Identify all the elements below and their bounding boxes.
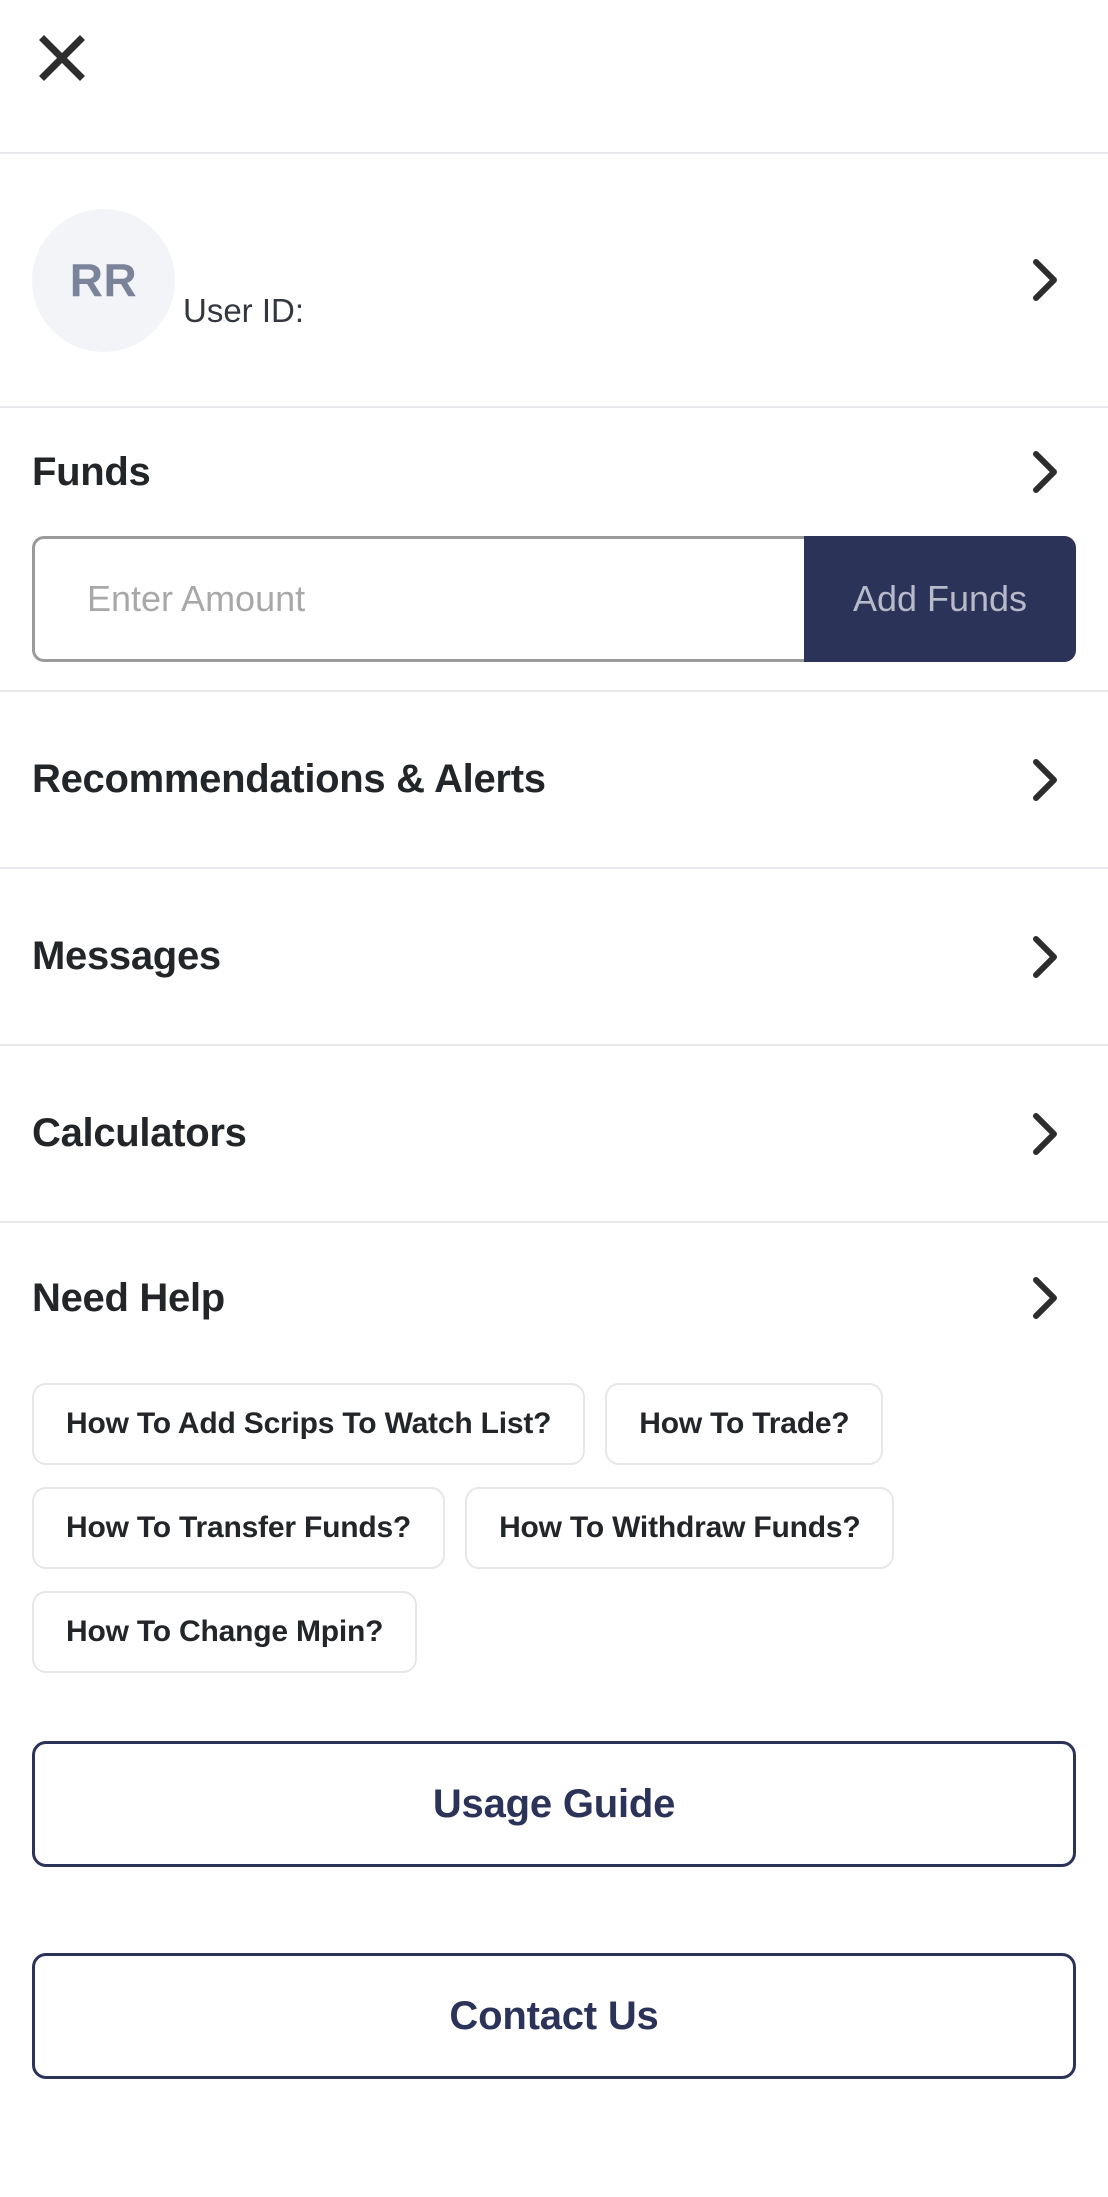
profile-info: User ID: bbox=[183, 230, 1028, 330]
chevron-right-icon bbox=[1028, 935, 1062, 978]
usage-guide-button[interactable]: Usage Guide bbox=[32, 1741, 1076, 1867]
chevron-right-icon bbox=[1028, 1112, 1062, 1155]
sidebar-item-recommendations-alerts[interactable]: Recommendations & Alerts bbox=[0, 692, 1108, 869]
help-chip-withdraw-funds[interactable]: How To Withdraw Funds? bbox=[465, 1487, 895, 1569]
funds-title: Funds bbox=[32, 449, 151, 494]
chevron-right-icon bbox=[1028, 451, 1062, 493]
user-id-label: User ID: bbox=[183, 292, 305, 329]
chevron-right-icon bbox=[1028, 1277, 1062, 1319]
help-chip-how-to-trade[interactable]: How To Trade? bbox=[605, 1383, 884, 1465]
funds-input-group: Add Funds bbox=[32, 536, 1076, 662]
top-bar bbox=[0, 0, 1108, 154]
chevron-right-icon bbox=[1028, 259, 1062, 301]
avatar-initials: RR bbox=[69, 254, 138, 306]
need-help-title: Need Help bbox=[32, 1275, 225, 1320]
chevron-right-icon-glyph bbox=[1033, 935, 1057, 978]
help-chip-change-mpin[interactable]: How To Change Mpin? bbox=[32, 1591, 418, 1673]
user-id-line: User ID: bbox=[183, 292, 1028, 330]
help-chip-transfer-funds[interactable]: How To Transfer Funds? bbox=[32, 1487, 446, 1569]
sidebar-item-label: Calculators bbox=[32, 1111, 247, 1155]
help-chip-list: How To Add Scrips To Watch List? How To … bbox=[0, 1383, 1108, 1673]
sidebar-item-label: Recommendations & Alerts bbox=[32, 757, 546, 801]
side-menu-panel: RR User ID: Funds Enter Amount Add Funds… bbox=[0, 0, 1108, 2197]
sidebar-item-messages[interactable]: Messages bbox=[0, 869, 1108, 1046]
chevron-right-icon bbox=[1028, 758, 1062, 801]
chevron-right-icon-glyph bbox=[1033, 1277, 1057, 1319]
funds-section: Funds Add Funds bbox=[0, 408, 1108, 692]
sidebar-item-calculators[interactable]: Calculators bbox=[0, 1046, 1108, 1223]
profile-left: RR User ID: bbox=[32, 208, 1028, 352]
close-icon[interactable] bbox=[30, 26, 94, 90]
profile-row[interactable]: RR User ID: bbox=[0, 154, 1108, 408]
avatar: RR bbox=[32, 208, 175, 352]
sidebar-item-label: Messages bbox=[32, 934, 221, 978]
help-chip-add-scrips[interactable]: How To Add Scrips To Watch List? bbox=[32, 1383, 586, 1465]
add-funds-button[interactable]: Add Funds bbox=[804, 536, 1076, 662]
chevron-right-icon-glyph bbox=[1033, 1112, 1057, 1155]
close-icon-glyph bbox=[39, 35, 85, 81]
funds-header-row[interactable]: Funds bbox=[0, 408, 1108, 536]
contact-us-button[interactable]: Contact Us bbox=[32, 1953, 1076, 2079]
chevron-right-icon-glyph bbox=[1033, 259, 1057, 301]
chevron-right-icon-glyph bbox=[1033, 758, 1057, 801]
need-help-header-row[interactable]: Need Help bbox=[0, 1223, 1108, 1373]
chevron-right-icon-glyph bbox=[1033, 451, 1057, 493]
